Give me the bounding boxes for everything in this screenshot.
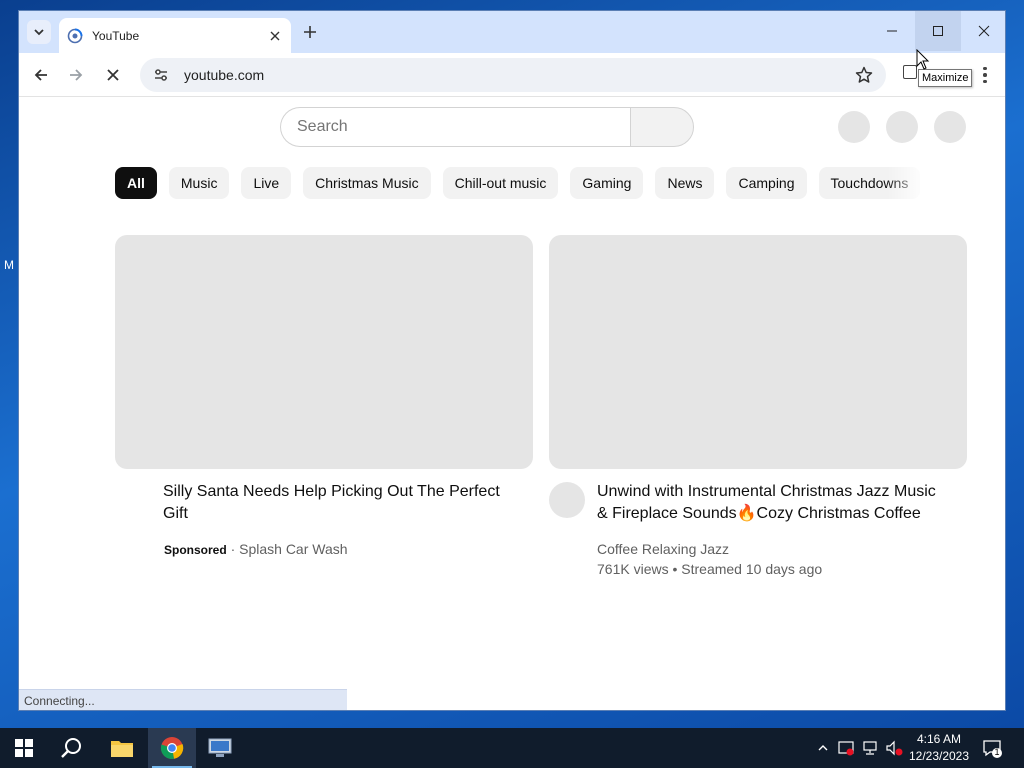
chip-music[interactable]: Music	[168, 167, 230, 199]
plus-icon	[304, 26, 316, 38]
action-center-button[interactable]: 1	[982, 738, 1002, 758]
address-bar[interactable]: youtube.com	[140, 58, 886, 92]
stop-loading-button[interactable]	[101, 63, 125, 87]
file-explorer-button[interactable]	[98, 728, 146, 768]
back-button[interactable]	[29, 63, 53, 87]
chip-chill-out-music[interactable]: Chill-out music	[442, 167, 559, 199]
menu-dot	[983, 73, 987, 77]
new-tab-button[interactable]	[300, 22, 320, 42]
tab-title: YouTube	[92, 28, 140, 43]
close-icon	[978, 25, 990, 37]
system-clock[interactable]: 4:16 AM 12/23/2023	[904, 731, 974, 765]
maximize-button[interactable]	[915, 11, 961, 51]
browser-menu-button[interactable]	[975, 63, 995, 87]
maximize-icon	[933, 26, 943, 36]
status-bubble: Connecting...	[19, 689, 347, 710]
forward-button[interactable]	[64, 63, 88, 87]
account-avatar-placeholder[interactable]	[934, 111, 966, 143]
sponsored-badge: Sponsored	[164, 543, 227, 557]
menu-dot	[983, 79, 987, 84]
chip-live[interactable]: Live	[241, 167, 292, 199]
volume-tray-icon[interactable]	[884, 728, 904, 768]
create-button-placeholder[interactable]	[838, 111, 870, 143]
arrow-left-icon	[34, 69, 47, 81]
video-stats: 761K views • Streamed 10 days ago	[597, 561, 823, 577]
start-button[interactable]	[0, 728, 48, 768]
chip-christmas-music[interactable]: Christmas Music	[303, 167, 431, 199]
star-icon	[855, 66, 873, 83]
windows-logo-icon	[15, 739, 33, 757]
network-tray-icon[interactable]	[860, 728, 880, 768]
desktop-icon-label[interactable]: M	[4, 258, 14, 272]
channel-avatar[interactable]	[549, 482, 585, 518]
search-placeholder: Search	[297, 118, 348, 135]
close-icon	[107, 69, 119, 81]
chip-camping[interactable]: Camping	[726, 167, 807, 199]
video-title[interactable]: Silly Santa Needs Help Picking Out The P…	[163, 481, 523, 525]
chip-all[interactable]: All	[115, 167, 157, 199]
video-thumbnail[interactable]	[115, 235, 533, 469]
security-tray-icon[interactable]	[836, 728, 856, 768]
close-icon	[270, 31, 280, 40]
notification-count: 1	[994, 747, 1000, 757]
taskbar-search-button[interactable]	[48, 728, 96, 768]
shield-warning-icon	[838, 741, 854, 756]
channel-name[interactable]: Coffee Relaxing Jazz	[597, 539, 729, 559]
tab-search-button[interactable]	[27, 20, 51, 44]
side-panel-button[interactable]	[903, 65, 917, 79]
clock-time: 4:16 AM	[916, 732, 962, 746]
monitor-icon	[208, 738, 232, 757]
youtube-page: Search All Music Live Christmas Music Ch…	[19, 98, 1005, 710]
video-title[interactable]: Unwind with Instrumental Christmas Jazz …	[597, 481, 947, 525]
notifications-button-placeholder[interactable]	[886, 111, 918, 143]
maximize-tooltip: Maximize	[918, 69, 973, 87]
chrome-taskbar-button[interactable]	[148, 728, 196, 768]
ad-meta: Sponsored · Splash Car Wash	[164, 539, 348, 560]
video-thumbnail[interactable]	[549, 235, 967, 469]
site-info-button[interactable]	[152, 66, 170, 84]
browser-window: YouTube youtube.com Maximize Search All …	[18, 10, 1006, 711]
search-icon	[61, 738, 81, 758]
minimize-icon	[887, 30, 897, 32]
chrome-icon	[160, 737, 184, 759]
minimize-button[interactable]	[869, 11, 915, 51]
chevron-up-icon	[818, 745, 828, 751]
mouse-cursor-icon	[916, 49, 930, 70]
network-icon	[863, 741, 877, 755]
chevron-down-icon	[34, 29, 44, 36]
search-input[interactable]: Search	[280, 107, 630, 147]
taskbar: 4:16 AM 12/23/2023 1	[0, 728, 1024, 768]
filter-chips: All Music Live Christmas Music Chill-out…	[115, 167, 921, 199]
bookmark-button[interactable]	[854, 65, 874, 85]
arrow-right-icon	[70, 69, 83, 81]
chip-gaming[interactable]: Gaming	[570, 167, 644, 199]
menu-dot	[983, 66, 987, 71]
tab-strip: YouTube	[19, 11, 1005, 53]
browser-toolbar: youtube.com	[19, 53, 1005, 97]
close-window-button[interactable]	[961, 11, 1005, 51]
chips-fade-overlay	[887, 167, 927, 199]
remote-desktop-button[interactable]	[196, 728, 244, 768]
search-button[interactable]	[630, 107, 694, 147]
tab-youtube[interactable]: YouTube	[59, 18, 291, 53]
chip-news[interactable]: News	[655, 167, 715, 199]
folder-icon	[111, 741, 133, 757]
loading-favicon-icon	[67, 28, 83, 43]
advertiser-name[interactable]: Splash Car Wash	[239, 541, 347, 557]
meta-separator: ·	[230, 541, 236, 557]
url-text[interactable]: youtube.com	[184, 67, 854, 83]
clock-date: 12/23/2023	[908, 749, 970, 763]
volume-muted-icon	[886, 740, 903, 756]
tune-icon	[155, 69, 167, 81]
tab-close-button[interactable]	[267, 28, 283, 44]
show-hidden-icons-button[interactable]	[814, 728, 832, 768]
